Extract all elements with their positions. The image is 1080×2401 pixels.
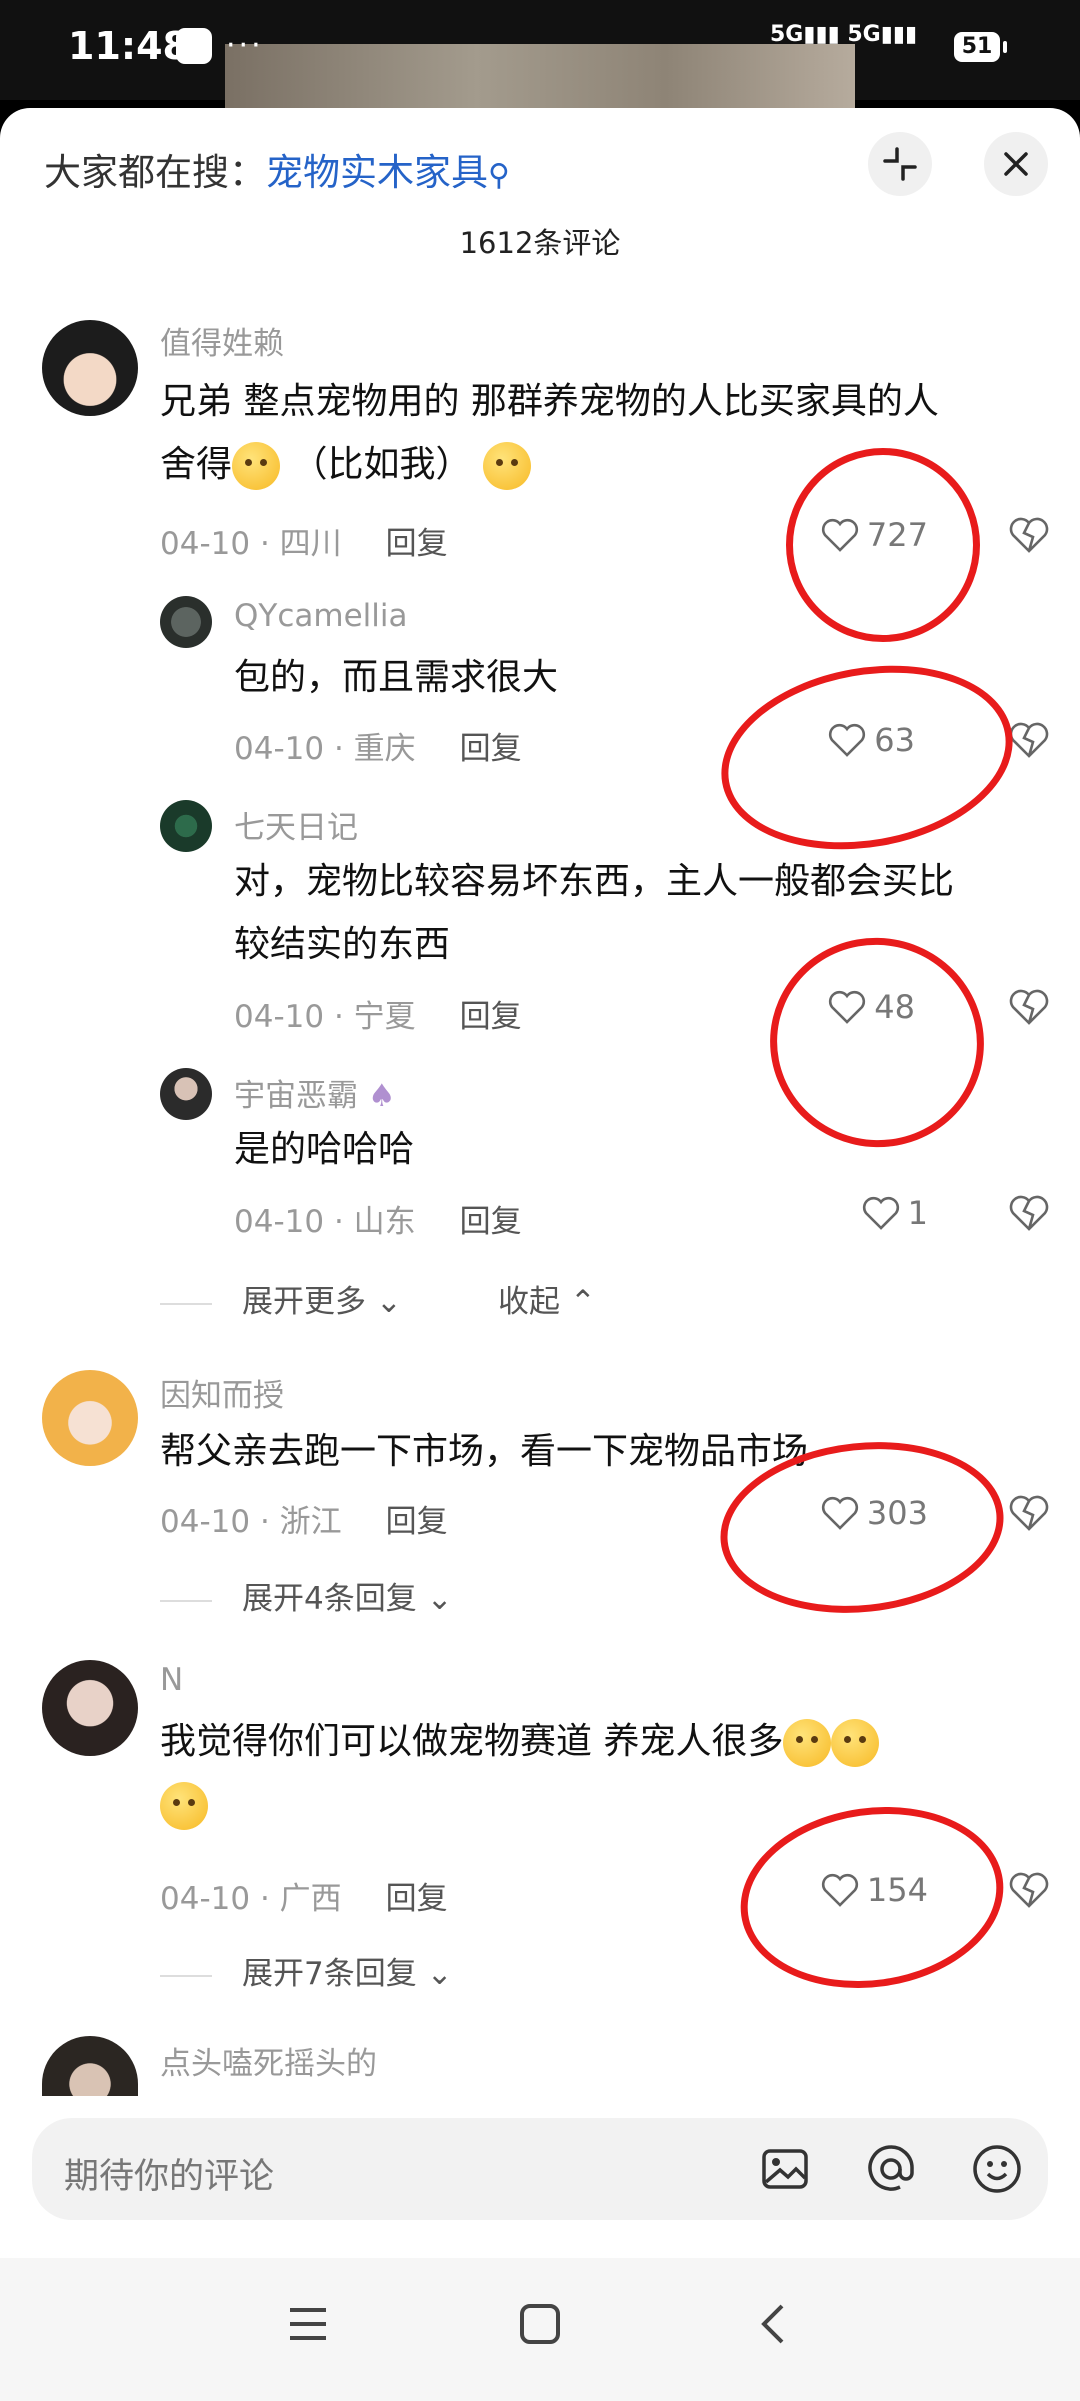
red-annotation-circle	[706, 643, 1028, 872]
broken-heart-icon[interactable]	[1008, 1194, 1050, 1232]
heart-icon	[862, 1196, 899, 1230]
search-suggestion[interactable]: 大家都在搜：宠物实木家具⚲	[44, 142, 510, 196]
comment-username[interactable]: 值得姓赖	[160, 318, 284, 363]
comment-count: 1612条评论	[459, 226, 621, 260]
broken-heart-icon[interactable]	[1008, 988, 1050, 1026]
comment-meta: 04-10 · 浙江 回复	[160, 1504, 448, 1540]
reply-button[interactable]: 回复	[460, 731, 522, 767]
reply-button[interactable]: 回复	[460, 1204, 522, 1240]
reply-button[interactable]: 回复	[460, 999, 522, 1035]
broken-heart-icon[interactable]	[1008, 1871, 1050, 1909]
expand-replies-button[interactable]: 展开4条回复 ⌄	[160, 1573, 453, 1618]
chevron-down-icon: ⌄	[375, 1284, 402, 1320]
status-bar: 11:48 ··· 5G▮▮▮ 5G▮▮▮ 51	[0, 0, 1080, 108]
reply-text: 包的，而且需求很大	[234, 657, 559, 698]
home-icon[interactable]	[518, 2302, 562, 2346]
close-icon	[1004, 152, 1028, 176]
back-icon[interactable]	[752, 2302, 796, 2346]
comment-username[interactable]: 点头嗑死摇头的	[160, 2038, 377, 2083]
user-badge-icon: ♠	[367, 1078, 396, 1114]
like-count: 1	[907, 1194, 928, 1232]
comments-sheet: 大家都在搜：宠物实木家具⚲ 1612条评论 值得姓赖 兄弟 整点宠物用的 那群养…	[0, 108, 1080, 2401]
comment-text: 我觉得你们可以做宠物赛道 养宠人很多	[160, 1710, 880, 1836]
comment-input-placeholder: 期待你的评论	[64, 2157, 275, 2197]
image-icon[interactable]	[758, 2142, 812, 2196]
like-button[interactable]: 1	[862, 1194, 928, 1232]
reply-username[interactable]: 宇宙恶霸 ♠	[234, 1070, 396, 1115]
avatar[interactable]	[42, 1370, 138, 1466]
reply-button[interactable]: 回复	[386, 1881, 448, 1917]
recent-apps-icon[interactable]	[286, 2302, 330, 2346]
comment-text: 帮父亲去跑一下市场，看一下宠物品市场	[160, 1431, 809, 1472]
comment-username[interactable]: N	[160, 1662, 183, 1698]
avatar[interactable]	[42, 320, 138, 416]
reply-username[interactable]: QYcamellia	[234, 598, 407, 634]
red-annotation-circle	[786, 448, 980, 642]
comment-meta: 04-10 · 广西 回复	[160, 1881, 448, 1917]
wink-emoji-icon	[831, 1719, 880, 1767]
comment-input-bar[interactable]: 期待你的评论	[32, 2118, 1048, 2220]
status-time: 11:48	[68, 24, 189, 68]
close-button[interactable]	[984, 132, 1048, 196]
reply-meta: 04-10 · 重庆 回复	[234, 731, 522, 767]
thinking-emoji-icon	[482, 442, 531, 490]
battery-icon: 51	[954, 32, 1007, 62]
avatar[interactable]	[160, 800, 212, 852]
reply-text: 是的哈哈哈	[234, 1129, 415, 1170]
search-prefix: 大家都在搜：	[44, 151, 266, 194]
avatar[interactable]	[42, 1660, 138, 1756]
reply-button[interactable]: 回复	[386, 1504, 448, 1540]
expand-more-button[interactable]: 展开更多 ⌄	[160, 1276, 402, 1321]
collapse-replies-button[interactable]: 收起 ⌃	[498, 1276, 596, 1321]
avatar[interactable]	[160, 1068, 212, 1120]
broken-heart-icon[interactable]	[1008, 516, 1050, 554]
reply-username[interactable]: 七天日记	[234, 802, 358, 847]
reply-button[interactable]: 回复	[386, 526, 448, 562]
emoji-icon[interactable]	[970, 2142, 1024, 2196]
reply-meta: 04-10 · 宁夏 回复	[234, 999, 522, 1035]
comment-username[interactable]: 因知而授	[160, 1370, 284, 1415]
broken-heart-icon[interactable]	[1008, 721, 1050, 759]
video-background	[225, 44, 855, 108]
network-indicator: 5G▮▮▮ 5G▮▮▮	[770, 22, 918, 47]
chevron-up-icon: ⌃	[569, 1284, 596, 1320]
system-nav-bar	[0, 2258, 1080, 2401]
thinking-emoji-icon	[232, 442, 281, 490]
expand-replies-button[interactable]: 展开7条回复 ⌄	[160, 1948, 453, 1993]
broken-heart-icon[interactable]	[1008, 1494, 1050, 1532]
chevron-down-icon: ⌄	[426, 1581, 453, 1617]
avatar[interactable]	[42, 2036, 138, 2096]
avatar[interactable]	[160, 596, 212, 648]
wink-emoji-icon	[160, 1782, 208, 1830]
wink-emoji-icon	[783, 1719, 832, 1767]
at-icon[interactable]	[864, 2142, 918, 2196]
search-keyword[interactable]: 宠物实木家具	[266, 151, 488, 194]
more-notifications-icon: ···	[226, 28, 264, 63]
app-notification-icon	[176, 28, 212, 64]
comment-meta: 04-10 · 四川 回复	[160, 526, 448, 562]
reply-meta: 04-10 · 山东 回复	[234, 1204, 522, 1240]
collapse-button[interactable]	[868, 132, 932, 196]
search-icon: ⚲	[488, 158, 510, 193]
collapse-icon	[883, 147, 917, 181]
chevron-down-icon: ⌄	[426, 1956, 453, 1992]
